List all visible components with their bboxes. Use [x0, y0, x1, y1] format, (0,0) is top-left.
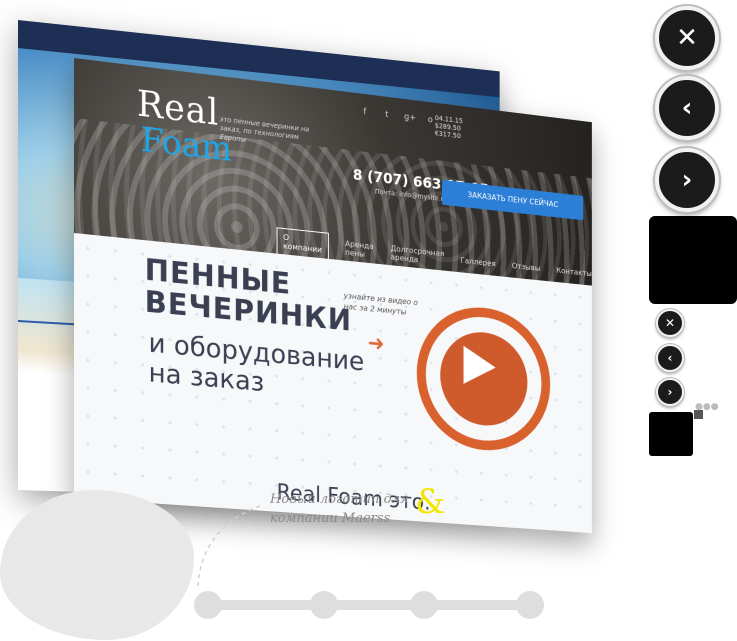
portfolio-stage: БИ Real Foam это пенные вечеринки на зак…: [0, 0, 737, 641]
slide-pager[interactable]: [194, 591, 544, 619]
play-icon: [463, 345, 496, 387]
close-button[interactable]: ✕: [655, 6, 719, 70]
dashed-pointer-icon: [197, 505, 261, 587]
nav-item-gallery[interactable]: Галлерея: [460, 256, 495, 268]
odnoklassniki-icon[interactable]: o: [426, 115, 435, 126]
ampersand-mark: &: [415, 482, 446, 522]
social-links: f t g+ o: [360, 107, 435, 126]
pager-dot-1[interactable]: [194, 591, 222, 619]
next-button[interactable]: ›: [655, 148, 719, 212]
nav-item-long-rental[interactable]: Долгосрочная аренда: [391, 244, 445, 267]
pager-dot-4[interactable]: [516, 591, 544, 619]
next-button-small[interactable]: ›: [656, 378, 684, 406]
google-plus-icon[interactable]: g+: [404, 112, 416, 123]
loading-dots-icon: ●●●: [695, 402, 719, 412]
nav-item-contacts[interactable]: Контакты: [556, 266, 592, 278]
arrow-right-icon: ➜: [367, 331, 385, 357]
prev-button[interactable]: ‹: [655, 76, 719, 140]
pager-track: [204, 600, 534, 610]
sprite-large-square: [649, 216, 737, 304]
pager-dot-3[interactable]: [410, 591, 438, 619]
prev-button-small[interactable]: ‹: [656, 344, 684, 372]
twitter-icon[interactable]: t: [382, 110, 391, 121]
sprite-small-square: [649, 412, 693, 456]
caption-line-2: компании Maerss: [270, 511, 391, 526]
close-button-small[interactable]: ✕: [656, 309, 684, 337]
caption-text: Новый логотип для компании Maerss: [270, 490, 409, 528]
price-list: 04.11.15 $289.50 €317.50: [435, 114, 463, 140]
nav-item-foam-rental[interactable]: Аренда пены: [345, 239, 374, 259]
caption-line-1: Новый логотип для: [270, 492, 409, 507]
front-site-mockup[interactable]: Real Foam это пенные вечеринки на заказ,…: [74, 58, 592, 534]
facebook-icon[interactable]: f: [360, 107, 369, 118]
nav-item-reviews[interactable]: Отзывы: [512, 261, 541, 272]
pager-dot-2[interactable]: [310, 591, 338, 619]
caption-bubble: [0, 490, 194, 640]
